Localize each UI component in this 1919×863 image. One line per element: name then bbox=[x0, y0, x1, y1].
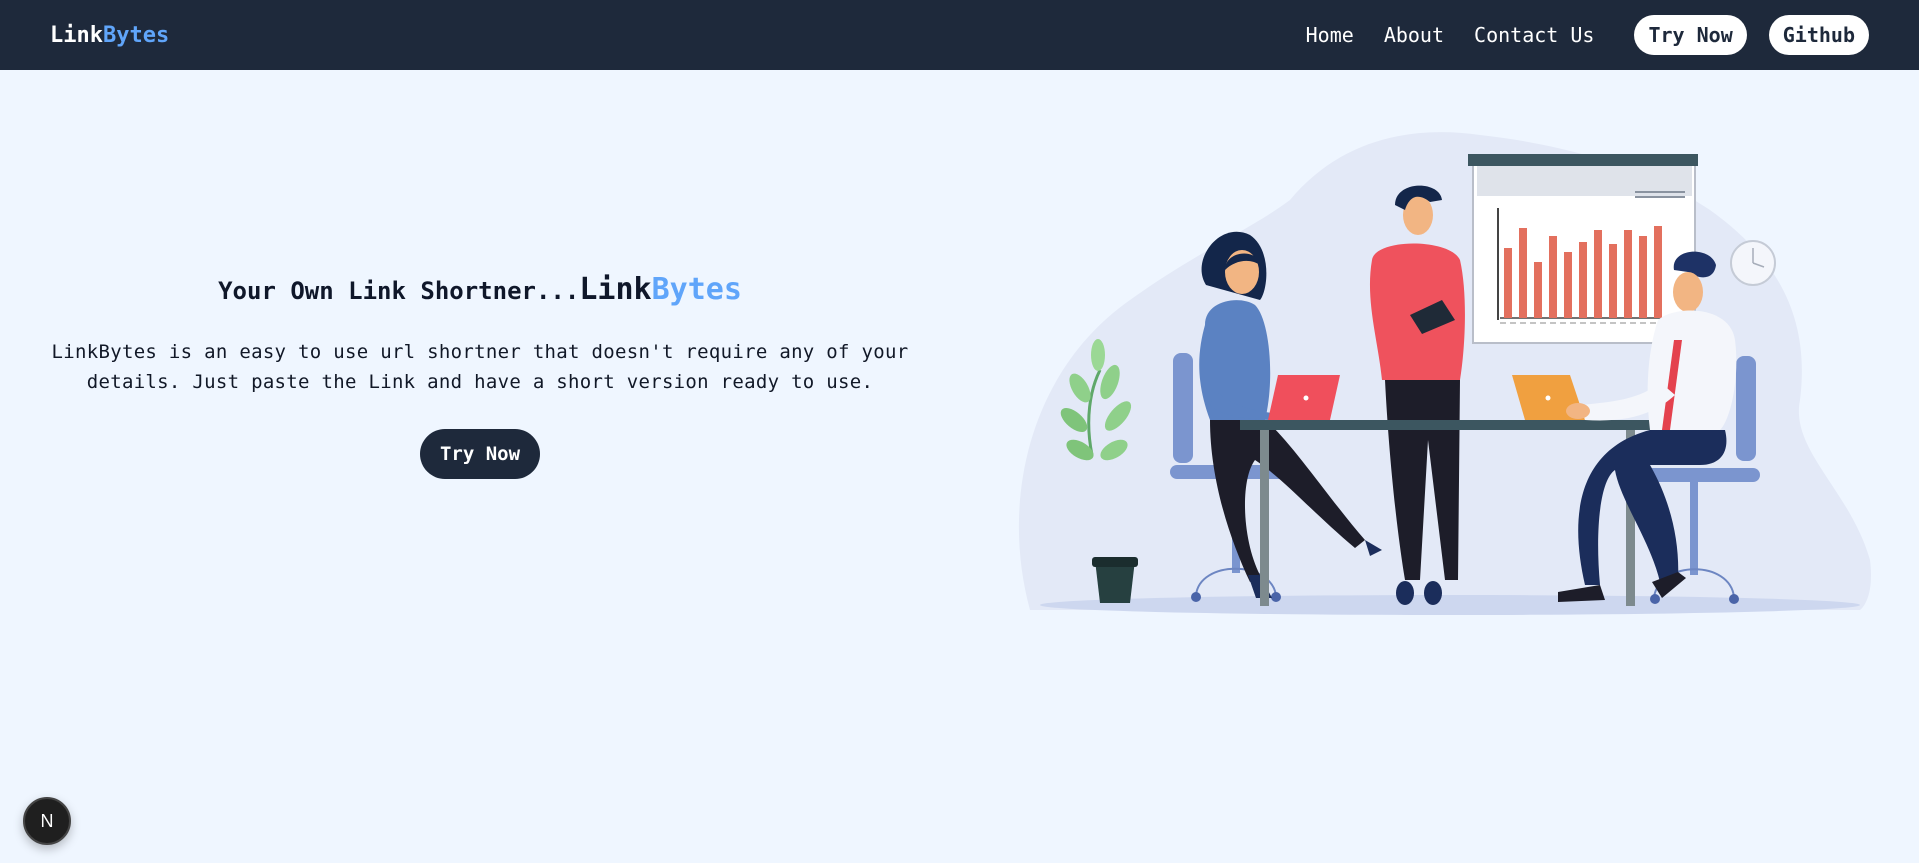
hero-title: Your Own Link Shortner...LinkBytes bbox=[30, 268, 930, 313]
nextjs-icon: N bbox=[41, 811, 54, 831]
hero-brand-bytes: Bytes bbox=[651, 272, 742, 307]
hero-brand: LinkBytes bbox=[579, 272, 742, 307]
hero-title-prefix: Your Own Link Shortner... bbox=[218, 277, 580, 305]
nextjs-icon-letter: N bbox=[41, 811, 54, 831]
presentation-board bbox=[1468, 154, 1698, 344]
nav-link-home[interactable]: Home bbox=[1306, 23, 1354, 47]
hero-illustration bbox=[1018, 132, 1872, 615]
nav-try-now-button[interactable]: Try Now bbox=[1634, 15, 1747, 55]
logo-text-link: Link bbox=[50, 22, 103, 48]
nav-github-button[interactable]: Github bbox=[1768, 15, 1869, 55]
navbar: LinkBytes Home About Contact Us Try Now … bbox=[0, 0, 1919, 70]
wall-clock bbox=[1730, 240, 1776, 286]
logo-text-bytes: Bytes bbox=[102, 22, 170, 48]
nextjs-badge[interactable]: N bbox=[23, 797, 71, 845]
nav-link-contact[interactable]: Contact Us bbox=[1474, 23, 1594, 47]
nav-link-about[interactable]: About bbox=[1384, 23, 1444, 47]
hero-section: Your Own Link Shortner...LinkBytes LinkB… bbox=[30, 268, 930, 479]
hero-brand-link: Link bbox=[579, 272, 652, 307]
logo[interactable]: LinkBytes bbox=[50, 23, 169, 48]
hero-description: LinkBytes is an easy to use url shortner… bbox=[51, 341, 909, 393]
hero-try-now-button[interactable]: Try Now bbox=[419, 429, 541, 479]
nav-menu: Home About Contact Us Try Now Github bbox=[1306, 15, 1869, 55]
